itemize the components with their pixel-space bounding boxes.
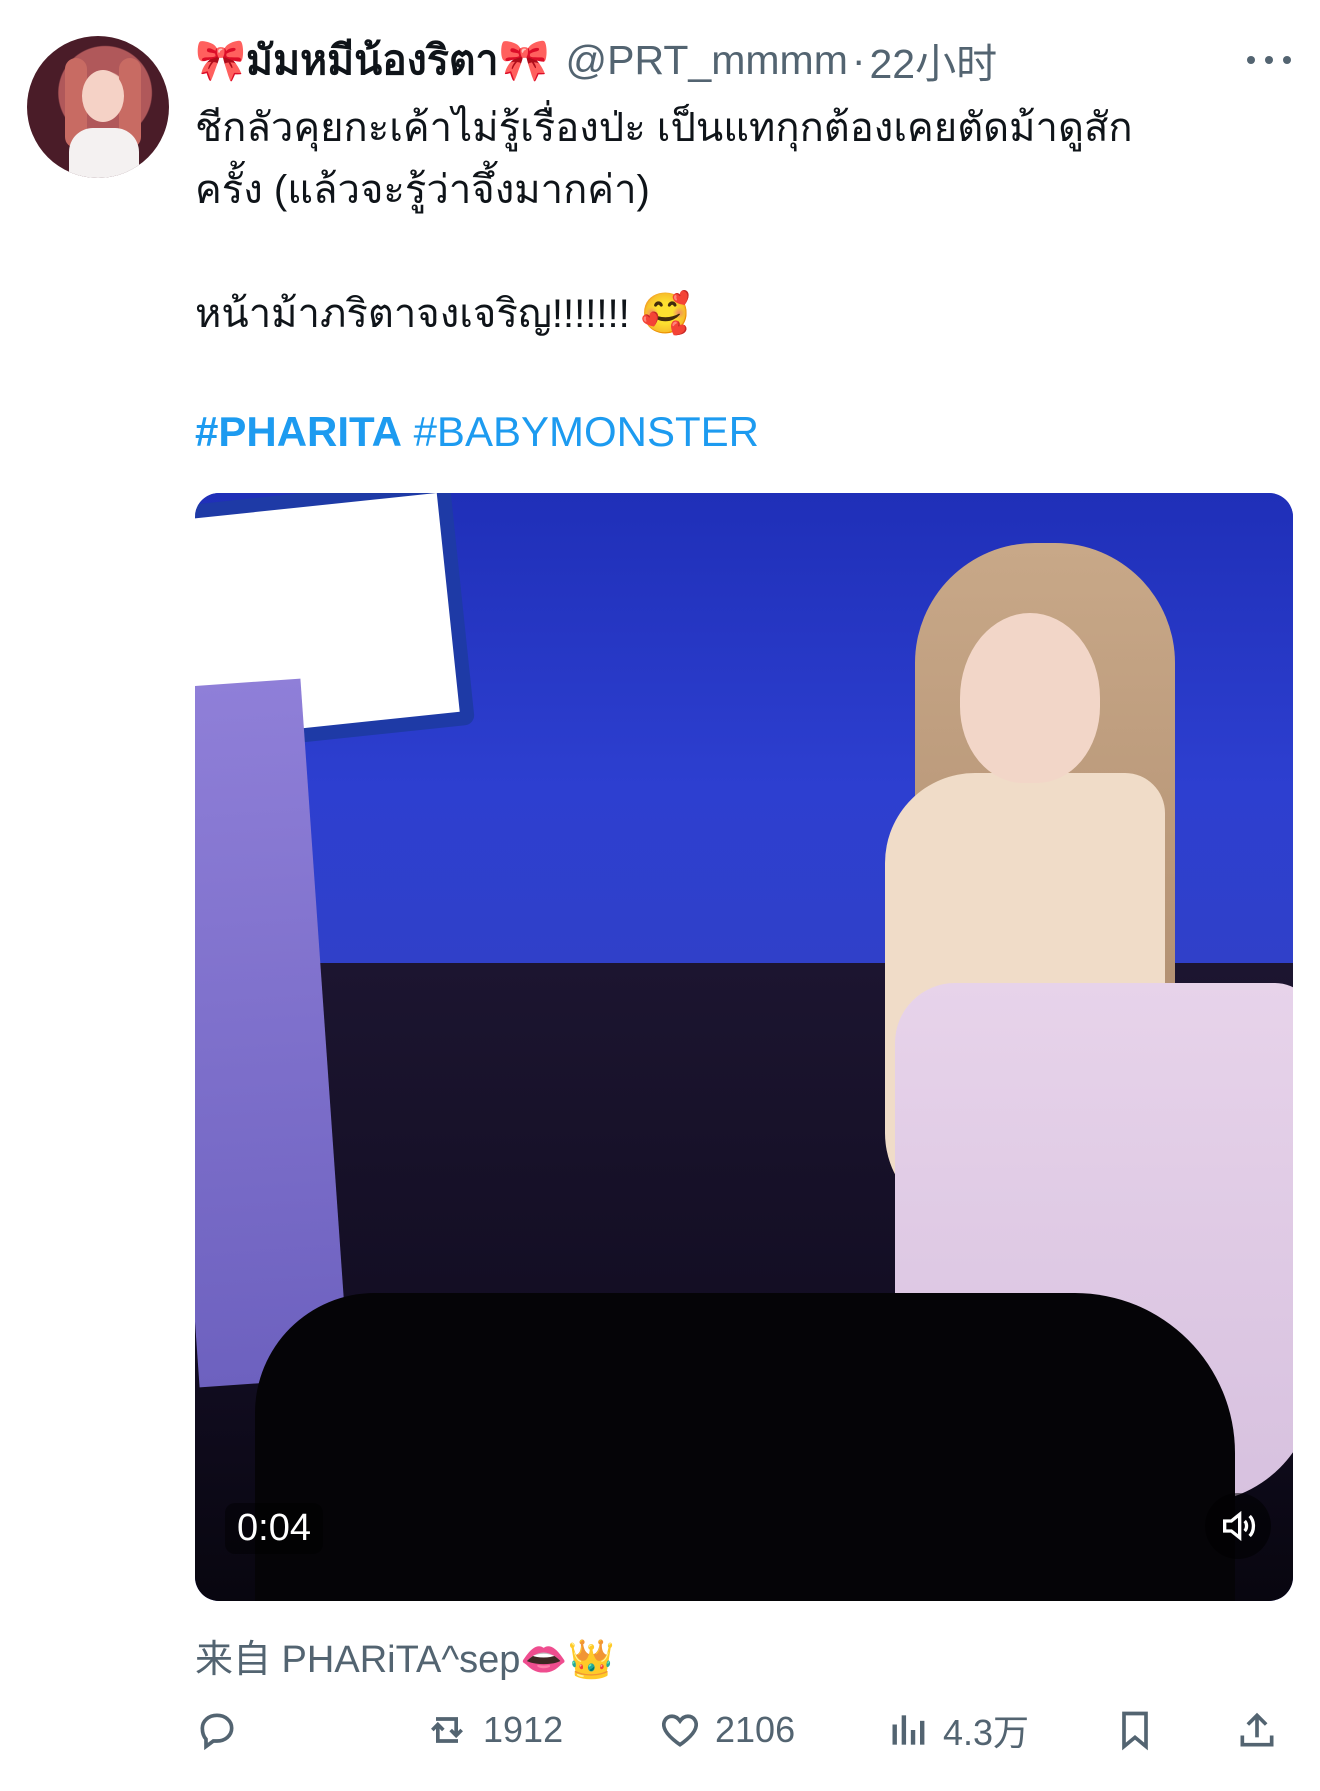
bookmark-icon bbox=[1122, 1711, 1148, 1751]
retweet-icon bbox=[431, 1717, 463, 1743]
hashtag-link[interactable]: #BABYMONSTER bbox=[414, 408, 759, 455]
volume-icon[interactable] bbox=[1205, 1493, 1271, 1559]
avatar-shirt bbox=[69, 128, 139, 178]
more-options-icon[interactable] bbox=[1247, 44, 1291, 76]
post-time[interactable]: 22小时 bbox=[870, 30, 998, 90]
share-icon bbox=[1240, 1712, 1274, 1747]
reply-button[interactable] bbox=[195, 1700, 251, 1760]
retweet-count: 1912 bbox=[483, 1709, 564, 1750]
hashtags: #PHARITA #BABYMONSTER bbox=[195, 408, 759, 456]
display-name[interactable]: 🎀มัมหมีน้องริตา🎀 bbox=[195, 28, 550, 93]
user-handle[interactable]: @PRT_mmmm bbox=[566, 37, 848, 84]
like-count: 2106 bbox=[715, 1709, 796, 1750]
bookmark-button[interactable] bbox=[1113, 1700, 1157, 1760]
video-foreground-speaker bbox=[255, 1293, 1235, 1601]
avatar[interactable] bbox=[27, 36, 169, 178]
share-button[interactable] bbox=[1235, 1700, 1279, 1760]
views-button[interactable]: 4.3万 bbox=[887, 1700, 1029, 1760]
tweet-text-line: ครั้ง (แล้วจะรู้ว่าจึ้งมากค่า) bbox=[195, 168, 650, 212]
source-label[interactable]: 来自 PHARiTA^sep👄👑 bbox=[195, 1628, 615, 1683]
tweet: 🎀มัมหมีน้องริตา🎀 @PRT_mmmm · 22小时 ชีกลัว… bbox=[0, 0, 1320, 1791]
video-player[interactable]: 0:04 bbox=[195, 493, 1293, 1601]
hashtag-link[interactable]: #PHARITA bbox=[195, 408, 402, 455]
heart-icon bbox=[662, 1714, 698, 1747]
like-button[interactable]: 2106 bbox=[657, 1700, 795, 1760]
views-icon bbox=[892, 1715, 925, 1745]
tweet-text-line: ชีกลัวคุยกะเค้าไม่รู้เรื่องป่ะ เป็นแทกุก… bbox=[195, 106, 1133, 150]
video-performer-face bbox=[960, 613, 1100, 783]
retweet-button[interactable]: 1912 bbox=[423, 1700, 563, 1760]
tweet-text-line: หน้าม้าภริตาจงเจริญ!!!!!!! 🥰 bbox=[195, 292, 691, 336]
video-timestamp: 0:04 bbox=[225, 1503, 323, 1554]
tweet-header: 🎀มัมหมีน้องริตา🎀 @PRT_mmmm · 22小时 bbox=[195, 30, 1305, 90]
view-count: 4.3万 bbox=[943, 1712, 1030, 1753]
action-bar: 1912 2106 4.3万 bbox=[195, 1700, 1305, 1760]
avatar-face bbox=[82, 70, 124, 122]
reply-icon bbox=[200, 1713, 234, 1751]
separator-dot: · bbox=[851, 36, 866, 83]
